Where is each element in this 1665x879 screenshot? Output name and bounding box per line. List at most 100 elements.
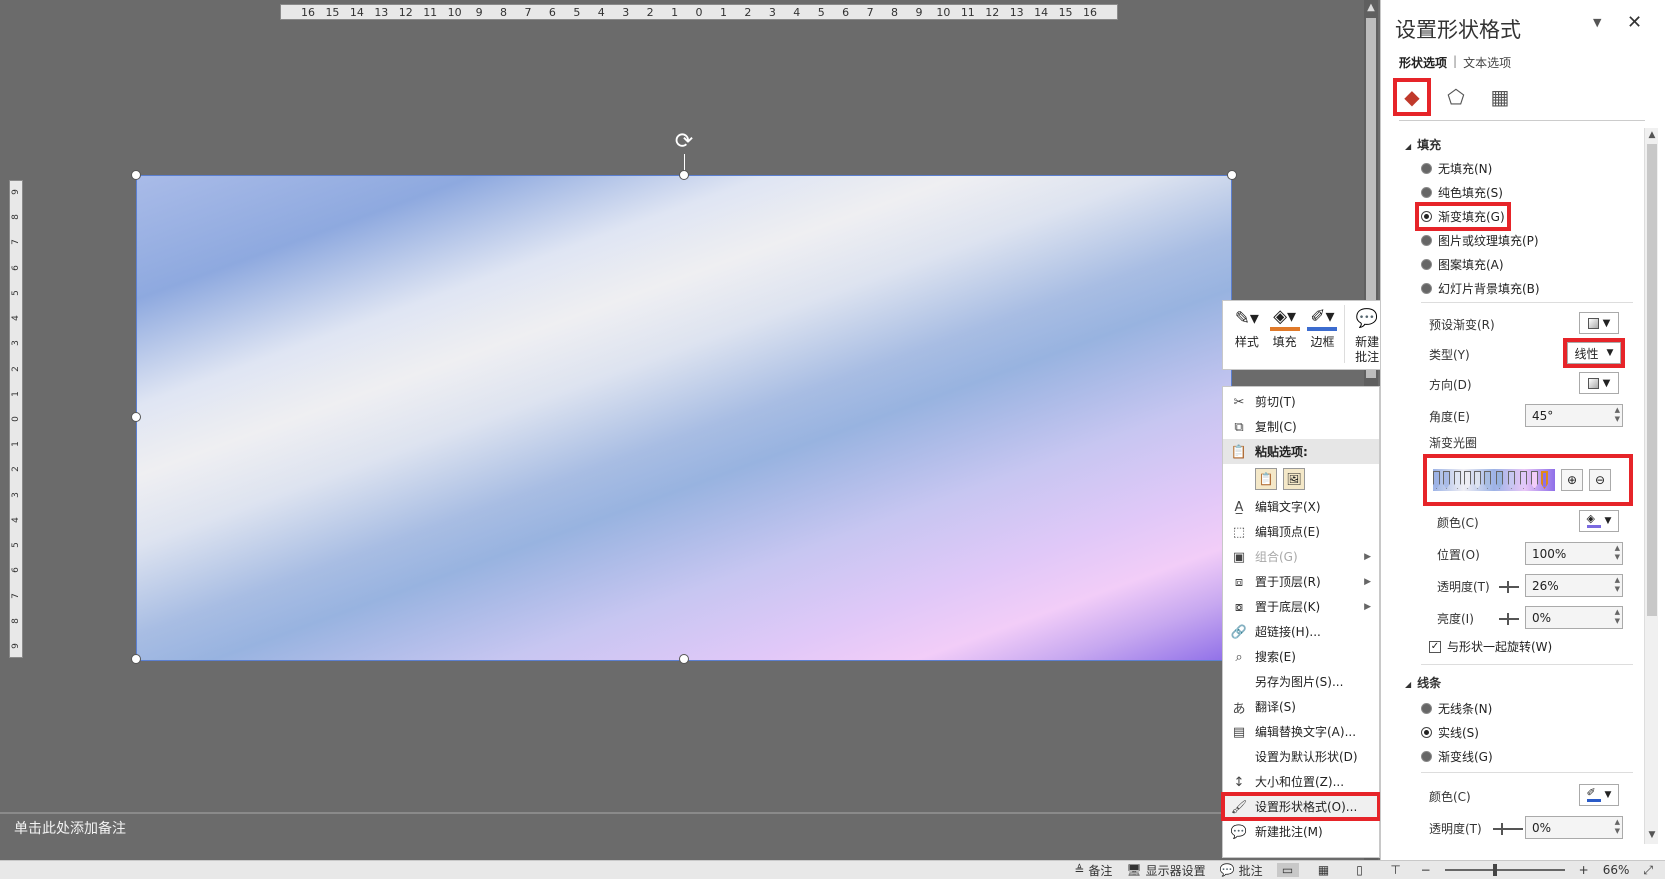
rotate-with-shape-checkbox[interactable]: ✓ 与形状一起旋转(W): [1429, 638, 1552, 655]
gradient-type-dropdown[interactable]: 线性 ▼: [1563, 338, 1625, 368]
menu-new-comment[interactable]: 💬 新建批注(M): [1223, 819, 1379, 844]
gradient-stops-bar[interactable]: [1433, 469, 1555, 491]
add-gradient-stop-icon[interactable]: ⊕: [1561, 469, 1583, 491]
radio-no-line[interactable]: 无线条(N): [1421, 700, 1492, 717]
radio-gradient-fill[interactable]: 渐变填充(G): [1415, 202, 1511, 231]
menu-hyperlink[interactable]: 🔗 超链接(H)...: [1223, 619, 1379, 644]
transparency-slider[interactable]: [1499, 581, 1519, 593]
spinner-arrows-icon[interactable]: ▲ ▼: [1615, 576, 1620, 594]
slide-sorter-view-icon[interactable]: ▦: [1313, 863, 1335, 877]
menu-group[interactable]: ▣ 组合(G) ▶: [1223, 544, 1379, 569]
zoom-out-icon[interactable]: −: [1421, 863, 1431, 877]
radio-no-fill[interactable]: 无填充(N): [1421, 160, 1492, 177]
spinner-arrows-icon[interactable]: ▲ ▼: [1615, 406, 1620, 424]
menu-copy[interactable]: ⧉ 复制(C): [1223, 414, 1379, 439]
menu-search[interactable]: ⌕ 搜索(E): [1223, 644, 1379, 669]
resize-handle-s[interactable]: [679, 654, 689, 664]
position-spinner[interactable]: 100% ▲ ▼: [1525, 542, 1623, 565]
spinner-arrows-icon[interactable]: ▲ ▼: [1615, 818, 1620, 836]
menu-send-to-back[interactable]: ⧇ 置于底层(K) ▶: [1223, 594, 1379, 619]
fill-section-header[interactable]: ◢ 填充: [1405, 136, 1441, 153]
preset-gradient-dropdown[interactable]: ▼: [1579, 312, 1619, 334]
spinner-arrows-icon[interactable]: ▲ ▼: [1615, 608, 1620, 626]
menu-edit-text[interactable]: A̲ 编辑文字(X): [1223, 494, 1379, 519]
resize-handle-n[interactable]: [679, 170, 689, 180]
radio-gradient-line[interactable]: 渐变线(G): [1421, 748, 1493, 765]
radio-solid-fill[interactable]: 纯色填充(S): [1421, 184, 1503, 201]
effects-pentagon-icon[interactable]: ⬠: [1439, 80, 1473, 114]
notes-divider[interactable]: [0, 812, 1370, 814]
normal-view-icon[interactable]: ▭: [1276, 863, 1299, 877]
paste-picture-icon[interactable]: 🖼: [1283, 468, 1305, 490]
angle-spinner[interactable]: 45° ▲ ▼: [1525, 404, 1623, 427]
gradient-stop-marker[interactable]: [1464, 471, 1471, 489]
radio-solid-line[interactable]: 实线(S): [1421, 724, 1479, 741]
reading-view-icon[interactable]: ▯: [1349, 863, 1371, 877]
radio-slide-background-fill[interactable]: 幻灯片背景填充(B): [1421, 280, 1540, 297]
menu-set-default-shape[interactable]: 设置为默认形状(D): [1223, 744, 1379, 769]
status-display-settings-button[interactable]: 🖥 显示器设置: [1126, 862, 1205, 879]
radio-picture-fill[interactable]: 图片或纹理填充(P): [1421, 232, 1539, 249]
spinner-arrows-icon[interactable]: ▲ ▼: [1615, 544, 1620, 562]
zoom-in-icon[interactable]: +: [1579, 863, 1589, 877]
line-transparency-spinner[interactable]: 0% ▲ ▼: [1525, 816, 1623, 839]
zoom-level[interactable]: 66%: [1603, 863, 1630, 877]
fit-to-window-icon[interactable]: ⤢: [1643, 863, 1653, 878]
menu-cut[interactable]: ✂ 剪切(T): [1223, 389, 1379, 414]
scroll-up-arrow-icon[interactable]: ▲: [1365, 2, 1377, 14]
menu-size-position[interactable]: ↕ 大小和位置(Z)...: [1223, 769, 1379, 794]
gradient-stop-marker[interactable]: [1520, 471, 1527, 489]
status-comments-button[interactable]: 💬 批注: [1220, 862, 1263, 879]
brightness-spinner[interactable]: 0% ▲ ▼: [1525, 606, 1623, 629]
radio-pattern-fill[interactable]: 图案填充(A): [1421, 256, 1504, 273]
menu-format-shape[interactable]: 🖌 设置形状格式(O)...: [1221, 792, 1381, 821]
transparency-spinner[interactable]: 26% ▲ ▼: [1525, 574, 1623, 597]
menu-translate[interactable]: あ翻译(S): [1223, 694, 1379, 719]
mini-style-button[interactable]: ✎▾ 样式: [1229, 305, 1265, 350]
direction-dropdown[interactable]: ▼: [1579, 372, 1619, 394]
rotate-handle-icon[interactable]: ⟳: [672, 130, 696, 154]
resize-handle-ne[interactable]: [1227, 170, 1237, 180]
notes-placeholder[interactable]: 单击此处添加备注: [14, 818, 126, 838]
tab-shape-options[interactable]: 形状选项: [1399, 54, 1447, 71]
panel-options-chevron-down-icon[interactable]: ▼: [1593, 16, 1601, 29]
menu-save-as-picture[interactable]: 另存为图片(S)...: [1223, 669, 1379, 694]
menu-bring-to-front[interactable]: ⧈ 置于顶层(R) ▶: [1223, 569, 1379, 594]
slideshow-view-icon[interactable]: ⊤: [1385, 863, 1407, 877]
menu-edit-points[interactable]: ⬚ 编辑顶点(E): [1223, 519, 1379, 544]
status-notes-button[interactable]: ≜ 备注: [1074, 862, 1112, 879]
panel-scroll-thumb[interactable]: [1647, 144, 1657, 616]
brightness-slider[interactable]: [1499, 613, 1519, 625]
mini-border-button[interactable]: ✐▾ 边框: [1305, 305, 1341, 350]
gradient-rectangle-shape[interactable]: [136, 175, 1232, 661]
gradient-stop-marker[interactable]: [1531, 471, 1538, 489]
gradient-stop-marker[interactable]: [1454, 471, 1461, 489]
line-color-picker[interactable]: ✐ ▼: [1579, 784, 1619, 806]
scroll-up-arrow-icon[interactable]: ▲: [1646, 130, 1658, 142]
stop-color-picker[interactable]: ◈ ▼: [1579, 510, 1619, 532]
tab-text-options[interactable]: 文本选项: [1463, 54, 1511, 71]
gradient-stop-marker[interactable]: [1496, 471, 1503, 489]
resize-handle-w[interactable]: [131, 412, 141, 422]
gradient-stop-marker[interactable]: [1508, 471, 1515, 489]
gradient-stop-marker[interactable]: [1474, 471, 1481, 489]
remove-gradient-stop-icon[interactable]: ⊖: [1589, 469, 1611, 491]
menu-edit-alt-text[interactable]: ▤ 编辑替换文字(A)...: [1223, 719, 1379, 744]
gradient-stop-marker[interactable]: [1484, 471, 1491, 489]
gradient-stop-marker[interactable]: [1541, 471, 1548, 489]
gradient-stop-marker[interactable]: [1443, 471, 1450, 489]
resize-handle-nw[interactable]: [131, 170, 141, 180]
zoom-slider[interactable]: [1444, 864, 1565, 876]
scroll-down-arrow-icon[interactable]: ▼: [1646, 830, 1658, 842]
size-properties-icon[interactable]: ▦: [1483, 80, 1517, 114]
vertical-ruler: 9 8 7 6 5 4 3 2 1 0 1 2 3 4 5 6 7 8 9: [9, 180, 23, 658]
panel-close-icon[interactable]: ✕: [1627, 12, 1642, 33]
fill-line-category-icon[interactable]: ◆: [1393, 78, 1431, 116]
line-transparency-slider[interactable]: [1493, 823, 1523, 835]
resize-handle-sw[interactable]: [131, 654, 141, 664]
mini-fill-button[interactable]: ◈▾ 填充: [1267, 305, 1303, 350]
panel-scrollbar[interactable]: ▲ ▼: [1644, 128, 1658, 844]
gradient-stop-marker[interactable]: [1433, 471, 1440, 489]
paste-keep-source-icon[interactable]: 📋: [1255, 468, 1277, 490]
line-section-header[interactable]: ◢ 线条: [1405, 674, 1441, 691]
